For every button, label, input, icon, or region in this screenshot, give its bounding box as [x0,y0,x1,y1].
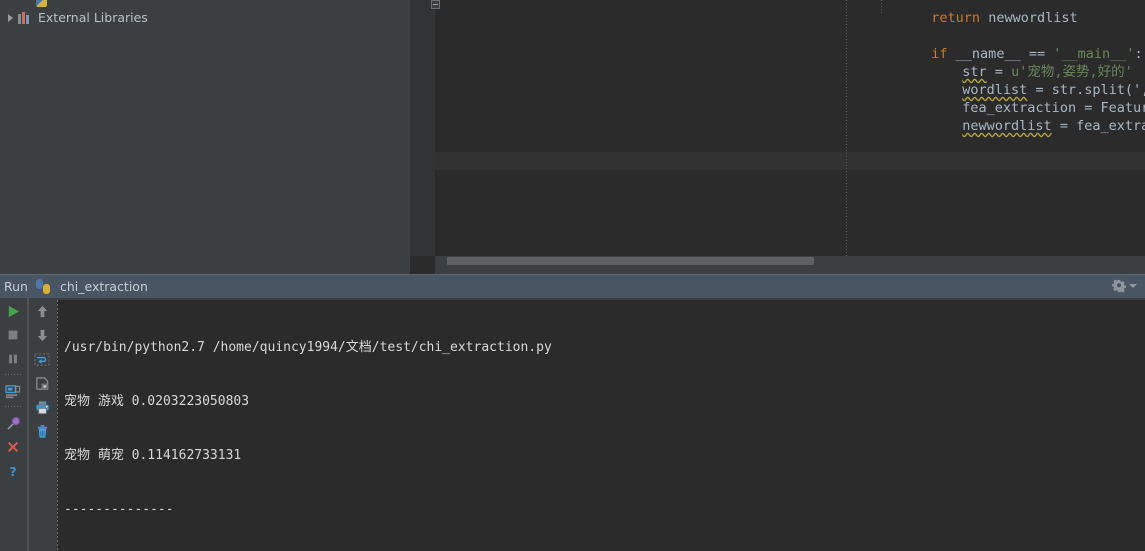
horizontal-scrollbar-thumb[interactable] [447,257,814,265]
upper-workspace: External Libraries return newwordlist if… [0,0,1145,274]
trash-icon[interactable] [30,420,54,442]
run-window-title: Run [4,279,28,294]
pin-icon[interactable] [1,412,25,434]
sidebar-item-label: External Libraries [38,10,148,25]
rerun-button[interactable] [1,300,25,322]
export-to-file-icon[interactable] [30,372,54,394]
indent-guide [846,0,847,256]
editor-gutter-bottom [410,256,435,274]
arrow-up-icon[interactable] [30,300,54,322]
console-line: -------------- [64,502,174,517]
horizontal-scrollbar[interactable] [435,256,1145,266]
printer-icon[interactable] [30,396,54,418]
run-tool-window: Run chi_extraction ? /usr/bin/python2.7 … [0,274,1145,551]
console-line: /usr/bin/python2.7 /home/quincy1994/文档/t… [64,340,552,355]
console-icon[interactable] [1,380,25,402]
ide-window: External Libraries return newwordlist if… [0,0,1145,551]
stop-button[interactable] [1,324,25,346]
python-file-icon [36,0,47,7]
chevron-down-icon[interactable] [1129,284,1137,288]
run-console-output[interactable]: /usr/bin/python2.7 /home/quincy1994/文档/t… [57,300,1145,551]
console-line: 宠物 萌宠 0.114162733131 [64,448,242,463]
svg-text:?: ? [9,464,16,478]
run-right-toolbar [28,298,55,551]
separator [5,406,21,407]
console-text-block: /usr/bin/python2.7 /home/quincy1994/文档/t… [64,303,552,551]
tree-item-partial[interactable] [36,0,53,7]
run-tab-bar: Run chi_extraction [0,274,1145,298]
gear-icon[interactable] [1112,279,1126,293]
run-settings-group[interactable] [1112,279,1137,293]
library-icon [16,11,33,24]
question-mark-icon[interactable]: ? [1,460,25,482]
close-x-icon[interactable] [1,436,25,458]
sidebar-item-external-libraries[interactable]: External Libraries [0,8,148,27]
code-token-newwordlist-assign: newwordlist [962,118,1052,134]
arrow-down-icon[interactable] [30,324,54,346]
code-editor[interactable]: return newwordlist if __name__ == '__mai… [410,0,1145,274]
soft-wrap-icon[interactable] [30,348,54,370]
python-icon [35,279,51,294]
console-left-guide [57,300,58,551]
editor-source-text[interactable]: return newwordlist if __name__ == '__mai… [410,0,1145,144]
code-token-return: return [931,10,981,26]
tab-chi-extraction[interactable]: chi_extraction [51,279,148,294]
pause-button[interactable] [1,348,25,370]
caret-line-highlight [435,152,1145,170]
console-line: 宠物 游戏 0.0203223050803 [64,394,250,409]
code-token-newwordlist: newwordlist [980,10,1078,26]
code-token-fea-selection-call: = fea_extraction.fea_selection(wordlist) [1059,118,1145,134]
separator [5,374,21,375]
run-left-toolbar: ? [0,298,26,551]
indent-guide-inner [881,0,882,13]
project-tree-panel[interactable]: External Libraries [0,0,410,274]
code-token-colon: : [1134,46,1143,62]
triangle-right-icon[interactable] [0,13,16,22]
